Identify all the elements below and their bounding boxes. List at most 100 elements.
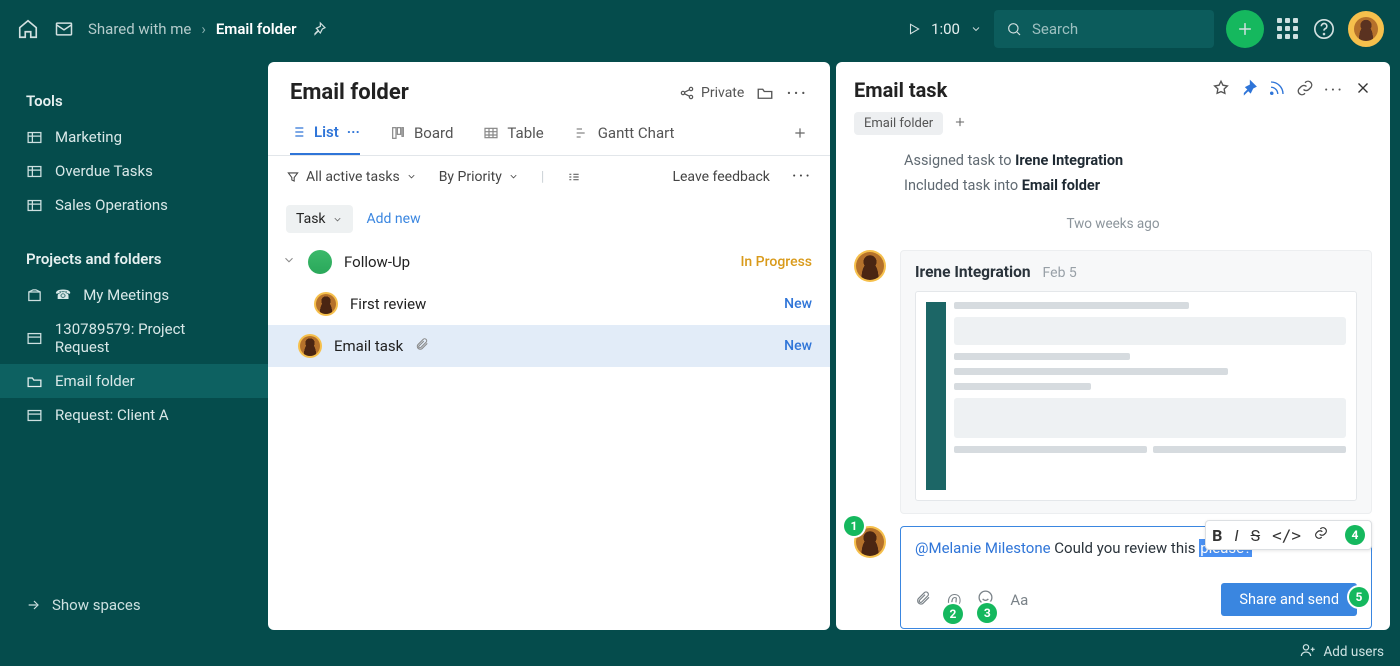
bold-button[interactable]: B: [1212, 526, 1222, 545]
activity-log: Assigned task to Irene Integration Inclu…: [854, 149, 1372, 198]
sidebar-item-label: Email folder: [55, 372, 135, 390]
star-icon[interactable]: [1212, 79, 1230, 101]
add-button[interactable]: [1226, 10, 1264, 48]
sidebar-item-meetings[interactable]: ☎ My Meetings: [0, 278, 268, 312]
apps-icon[interactable]: [1276, 17, 1300, 41]
callout-5: 5: [1349, 587, 1369, 607]
leave-feedback[interactable]: Leave feedback: [672, 169, 769, 185]
sidebar-item-email-folder[interactable]: Email folder: [0, 364, 268, 398]
breadcrumb: Shared with me › Email folder: [88, 17, 331, 41]
folder-tag[interactable]: Email folder: [854, 112, 943, 135]
pin-icon[interactable]: [307, 17, 331, 41]
strike-button[interactable]: S: [1251, 526, 1261, 545]
rss-icon[interactable]: [1268, 79, 1286, 101]
task-type-select[interactable]: Task: [286, 205, 353, 233]
sidebar-item-label: My Meetings: [83, 286, 169, 304]
activity-user: Irene Integration: [1015, 152, 1123, 169]
send-button[interactable]: Share and send 5: [1221, 583, 1357, 616]
filter-all-active[interactable]: All active tasks: [286, 169, 417, 185]
composer-mid: Could you review this: [1051, 539, 1200, 557]
chevron-down-icon[interactable]: [282, 253, 296, 271]
breadcrumb-parent[interactable]: Shared with me: [88, 20, 191, 38]
attachment-thumbnail[interactable]: [915, 291, 1357, 501]
home-icon[interactable]: [16, 17, 40, 41]
tab-gantt[interactable]: Gantt Chart: [574, 114, 675, 154]
task-status: New: [784, 296, 812, 312]
link-icon[interactable]: [1296, 79, 1314, 101]
help-icon[interactable]: [1312, 17, 1336, 41]
avatar: [308, 250, 332, 274]
text-style-icon[interactable]: Aa: [1010, 591, 1028, 609]
add-tag-icon[interactable]: [953, 114, 967, 133]
privacy-label: Private: [701, 85, 744, 101]
tab-more-icon[interactable]: ···: [347, 123, 360, 141]
show-spaces[interactable]: Show spaces: [0, 582, 268, 628]
mention[interactable]: @Melanie Milestone: [915, 539, 1051, 557]
sidebar-heading-tools: Tools: [0, 82, 268, 120]
sidebar-item-overdue[interactable]: Overdue Tasks: [0, 154, 268, 188]
tab-label: Board: [414, 124, 453, 142]
avatar: [314, 292, 338, 316]
activity-text: Assigned task to: [904, 152, 1015, 169]
sidebar-item-label: Request: Client A: [55, 406, 169, 424]
close-icon[interactable]: [1354, 79, 1372, 101]
task-type-label: Task: [296, 211, 326, 227]
add-users-button[interactable]: Add users: [1324, 644, 1385, 660]
task-title: Follow-Up: [344, 253, 410, 271]
search-input[interactable]: Search: [994, 10, 1214, 48]
folder-icon[interactable]: [756, 84, 774, 102]
add-row: Task Add new: [268, 197, 830, 241]
filter-label: By Priority: [439, 169, 502, 185]
task-title: Email task: [854, 78, 1202, 102]
filters-more-icon[interactable]: ···: [792, 166, 812, 187]
tab-label: List: [314, 123, 339, 141]
sidebar-item-client-a[interactable]: Request: Client A: [0, 398, 268, 432]
sidebar-item-project-request[interactable]: 130789579: Project Request: [0, 312, 268, 364]
activity-text: Included task into: [904, 177, 1022, 194]
tab-label: Table: [507, 124, 543, 142]
inbox-icon[interactable]: [52, 17, 76, 41]
share-privacy[interactable]: Private: [679, 85, 744, 101]
comment-card[interactable]: Irene Integration Feb 5: [900, 250, 1372, 514]
avatar[interactable]: [1348, 11, 1384, 47]
callout-2: 2: [943, 604, 963, 624]
expand-collapse-icon[interactable]: [566, 169, 582, 185]
tab-list[interactable]: List ···: [290, 113, 360, 155]
italic-button[interactable]: I: [1234, 526, 1238, 545]
sidebar-item-label: Marketing: [55, 128, 122, 146]
code-button[interactable]: </>: [1272, 526, 1301, 545]
show-spaces-label: Show spaces: [52, 596, 141, 614]
task-row[interactable]: First review New: [268, 283, 830, 325]
more-icon[interactable]: ···: [1324, 80, 1344, 101]
list-panel: Email folder Private ··· List ··· Board: [268, 62, 830, 630]
tab-add[interactable]: [792, 115, 808, 153]
sidebar-item-label: Sales Operations: [55, 196, 168, 214]
emoji-icon[interactable]: 3: [977, 589, 994, 610]
sidebar-item-sales[interactable]: Sales Operations: [0, 188, 268, 222]
attach-icon[interactable]: [915, 590, 931, 610]
sidebar-item-marketing[interactable]: Marketing: [0, 120, 268, 154]
tab-board[interactable]: Board: [390, 114, 453, 154]
sidebar-item-label: Overdue Tasks: [55, 162, 153, 180]
sidebar: Tools Marketing Overdue Tasks Sales Oper…: [0, 58, 268, 638]
avatar: [298, 334, 322, 358]
filter-priority[interactable]: By Priority: [439, 169, 519, 185]
breadcrumb-current[interactable]: Email folder: [216, 20, 297, 38]
tab-table[interactable]: Table: [483, 114, 543, 154]
timer-value: 1:00: [931, 20, 960, 38]
callout-4: 4: [1345, 525, 1365, 545]
task-list: Follow-Up In Progress First review New E…: [268, 241, 830, 367]
task-row[interactable]: Email task New: [268, 325, 830, 367]
topbar: Shared with me › Email folder 1:00 Searc…: [0, 0, 1400, 58]
pin-icon[interactable]: [1240, 79, 1258, 101]
task-row[interactable]: Follow-Up In Progress: [268, 241, 830, 283]
more-icon[interactable]: ···: [786, 81, 808, 105]
view-tabs: List ··· Board Table Gantt Chart: [268, 113, 830, 156]
link-button[interactable]: [1313, 525, 1329, 545]
task-status: In Progress: [740, 254, 812, 270]
timer[interactable]: 1:00: [907, 20, 982, 38]
at-icon[interactable]: @ 2: [947, 590, 961, 609]
add-users-icon[interactable]: [1300, 642, 1316, 662]
search-placeholder: Search: [1032, 20, 1078, 38]
add-new-link[interactable]: Add new: [367, 211, 421, 227]
